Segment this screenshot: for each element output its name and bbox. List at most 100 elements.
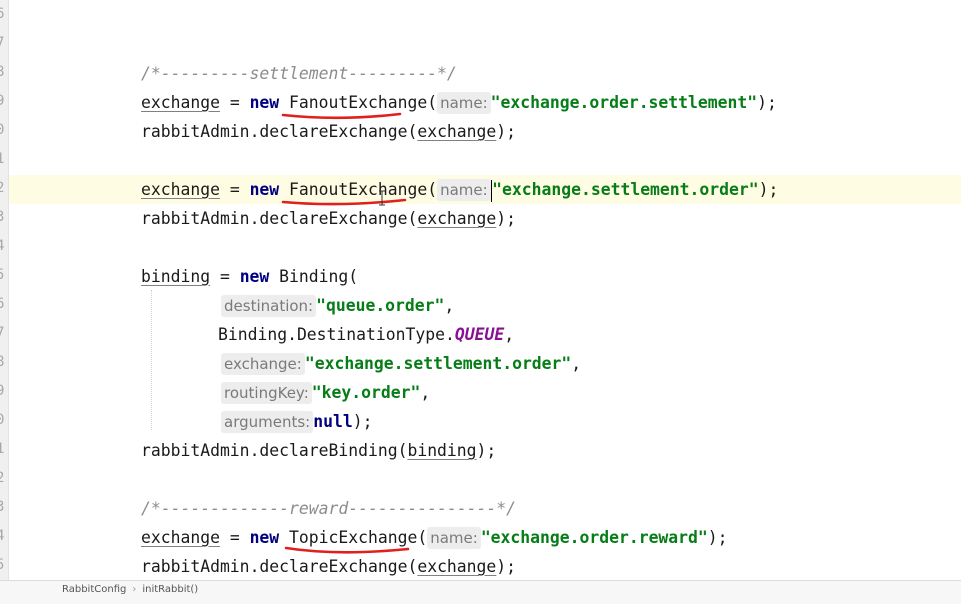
line-number-gutter: 6 7 8 9 0 1 2 3 4 5 6 7 8 9 0 1 2 3 4 5: [0, 0, 9, 580]
code-string: "exchange.settlement.order": [304, 354, 572, 373]
code-line[interactable]: exchange = new FanoutExchange(name: "exch…: [9, 88, 961, 117]
code-object: rabbitAdmin: [141, 209, 250, 228]
code-method: .declareExchange(: [249, 209, 418, 228]
line-number: 7: [0, 29, 8, 58]
code-object: rabbitAdmin: [141, 122, 250, 141]
line-number: 8: [0, 348, 8, 377]
code-expression: Binding.DestinationType.: [218, 325, 455, 344]
line-number: 6: [0, 290, 8, 319]
line-number: 2: [0, 174, 8, 203]
code-variable: exchange: [141, 528, 220, 547]
code-object: rabbitAdmin: [141, 557, 250, 576]
parameter-hint: name:: [437, 179, 491, 201]
code-variable: exchange: [141, 93, 220, 112]
code-variable: binding: [407, 441, 477, 460]
code-string: "exchange.settlement.order": [492, 180, 759, 199]
code-line[interactable]: /*---------settlement---------*/: [9, 59, 961, 88]
line-number: 1: [0, 145, 8, 174]
code-paren: );: [476, 441, 497, 460]
code-variable: binding: [141, 267, 211, 286]
code-class: Binding: [279, 267, 349, 286]
code-paren: (: [417, 528, 428, 547]
code-line[interactable]: exchange = new TopicExchange(name: "excha…: [9, 523, 961, 552]
breadcrumb-class[interactable]: RabbitConfig: [62, 581, 126, 599]
code-object: rabbitAdmin: [141, 441, 250, 460]
code-string: "key.order": [311, 383, 421, 402]
code-paren: (: [427, 93, 438, 112]
code-comma: ,: [420, 383, 431, 402]
code-class: TopicExchange: [289, 528, 418, 547]
line-number: 4: [0, 522, 8, 551]
code-paren: );: [496, 209, 517, 228]
code-variable: exchange: [417, 122, 497, 141]
code-paren: );: [758, 180, 779, 199]
code-paren: );: [707, 528, 728, 547]
mouse-ibeam-cursor-icon: [379, 190, 385, 206]
code-variable: exchange: [417, 209, 497, 228]
code-keyword: new: [249, 180, 280, 199]
code-string: "exchange.order.reward": [480, 528, 708, 547]
line-number: 4: [0, 232, 8, 261]
parameter-hint: exchange:: [221, 353, 305, 375]
parameter-hint: name:: [437, 92, 491, 114]
code-comment: /*-------------reward---------------*/: [141, 499, 516, 518]
line-number: 0: [0, 406, 8, 435]
code-string: "queue.order": [316, 296, 445, 315]
code-operator: =: [210, 267, 240, 286]
code-line[interactable]: rabbitAdmin.declareBinding(binding);: [9, 436, 961, 465]
code-variable: exchange: [417, 557, 497, 576]
code-static-field: QUEUE: [454, 325, 505, 344]
breadcrumb: RabbitConfig › initRabbit(): [0, 580, 961, 604]
code-class: FanoutExchange: [289, 93, 428, 112]
code-variable: exchange: [141, 180, 220, 199]
line-number: 6: [0, 0, 8, 29]
line-number: 7: [0, 319, 8, 348]
line-number: 3: [0, 203, 8, 232]
code-comma: ,: [504, 325, 515, 344]
indent-guide: [151, 290, 152, 430]
code-paren: );: [757, 93, 777, 112]
code-paren: );: [352, 412, 373, 431]
parameter-hint: name:: [427, 527, 481, 549]
parameter-hint: destination:: [221, 295, 317, 317]
code-operator: =: [219, 528, 250, 547]
line-number: 9: [0, 87, 8, 116]
code-line[interactable]: rabbitAdmin.declareExchange(exchange);: [9, 204, 961, 233]
code-keyword: new: [249, 528, 280, 547]
code-operator: =: [219, 93, 250, 112]
code-line[interactable]: binding = new Binding(: [9, 262, 961, 291]
breadcrumb-method[interactable]: initRabbit(): [142, 581, 198, 599]
line-number: 9: [0, 377, 8, 406]
code-method: .declareBinding(: [249, 441, 408, 460]
parameter-hint: routingKey:: [221, 382, 312, 404]
line-number: 2: [0, 464, 8, 493]
code-line[interactable]: /*-------------reward---------------*/: [9, 494, 961, 523]
code-line[interactable]: rabbitAdmin.declareExchange(exchange);: [9, 552, 961, 580]
parameter-hint: arguments:: [221, 411, 314, 433]
line-number: 5: [0, 551, 8, 580]
chevron-right-icon: ›: [132, 584, 137, 595]
code-string: "exchange.order.settlement": [490, 93, 758, 112]
code-comment: /*---------settlement---------*/: [141, 64, 457, 83]
code-line-current[interactable]: exchange = new FanoutExchange(name: "exch…: [9, 175, 961, 204]
code-method: .declareExchange(: [249, 557, 418, 576]
code-line[interactable]: rabbitAdmin.declareExchange(exchange);: [9, 117, 961, 146]
line-number: 8: [0, 58, 8, 87]
line-number: 3: [0, 493, 8, 522]
code-paren: );: [496, 122, 517, 141]
code-keyword: null: [313, 412, 353, 431]
line-number: 5: [0, 261, 8, 290]
code-paren: (: [427, 180, 438, 199]
code-paren: (: [348, 267, 359, 286]
code-keyword: new: [249, 93, 280, 112]
code-keyword: new: [239, 267, 270, 286]
line-number: 0: [0, 116, 8, 145]
code-paren: );: [496, 557, 517, 576]
line-number: 1: [0, 435, 8, 464]
code-comma: ,: [444, 296, 455, 315]
code-operator: =: [219, 180, 250, 199]
code-editor[interactable]: /*---------settlement---------*/ exchang…: [9, 0, 961, 580]
code-comma: ,: [571, 354, 582, 373]
code-method: .declareExchange(: [249, 122, 418, 141]
code-class: FanoutExchange: [289, 180, 428, 199]
